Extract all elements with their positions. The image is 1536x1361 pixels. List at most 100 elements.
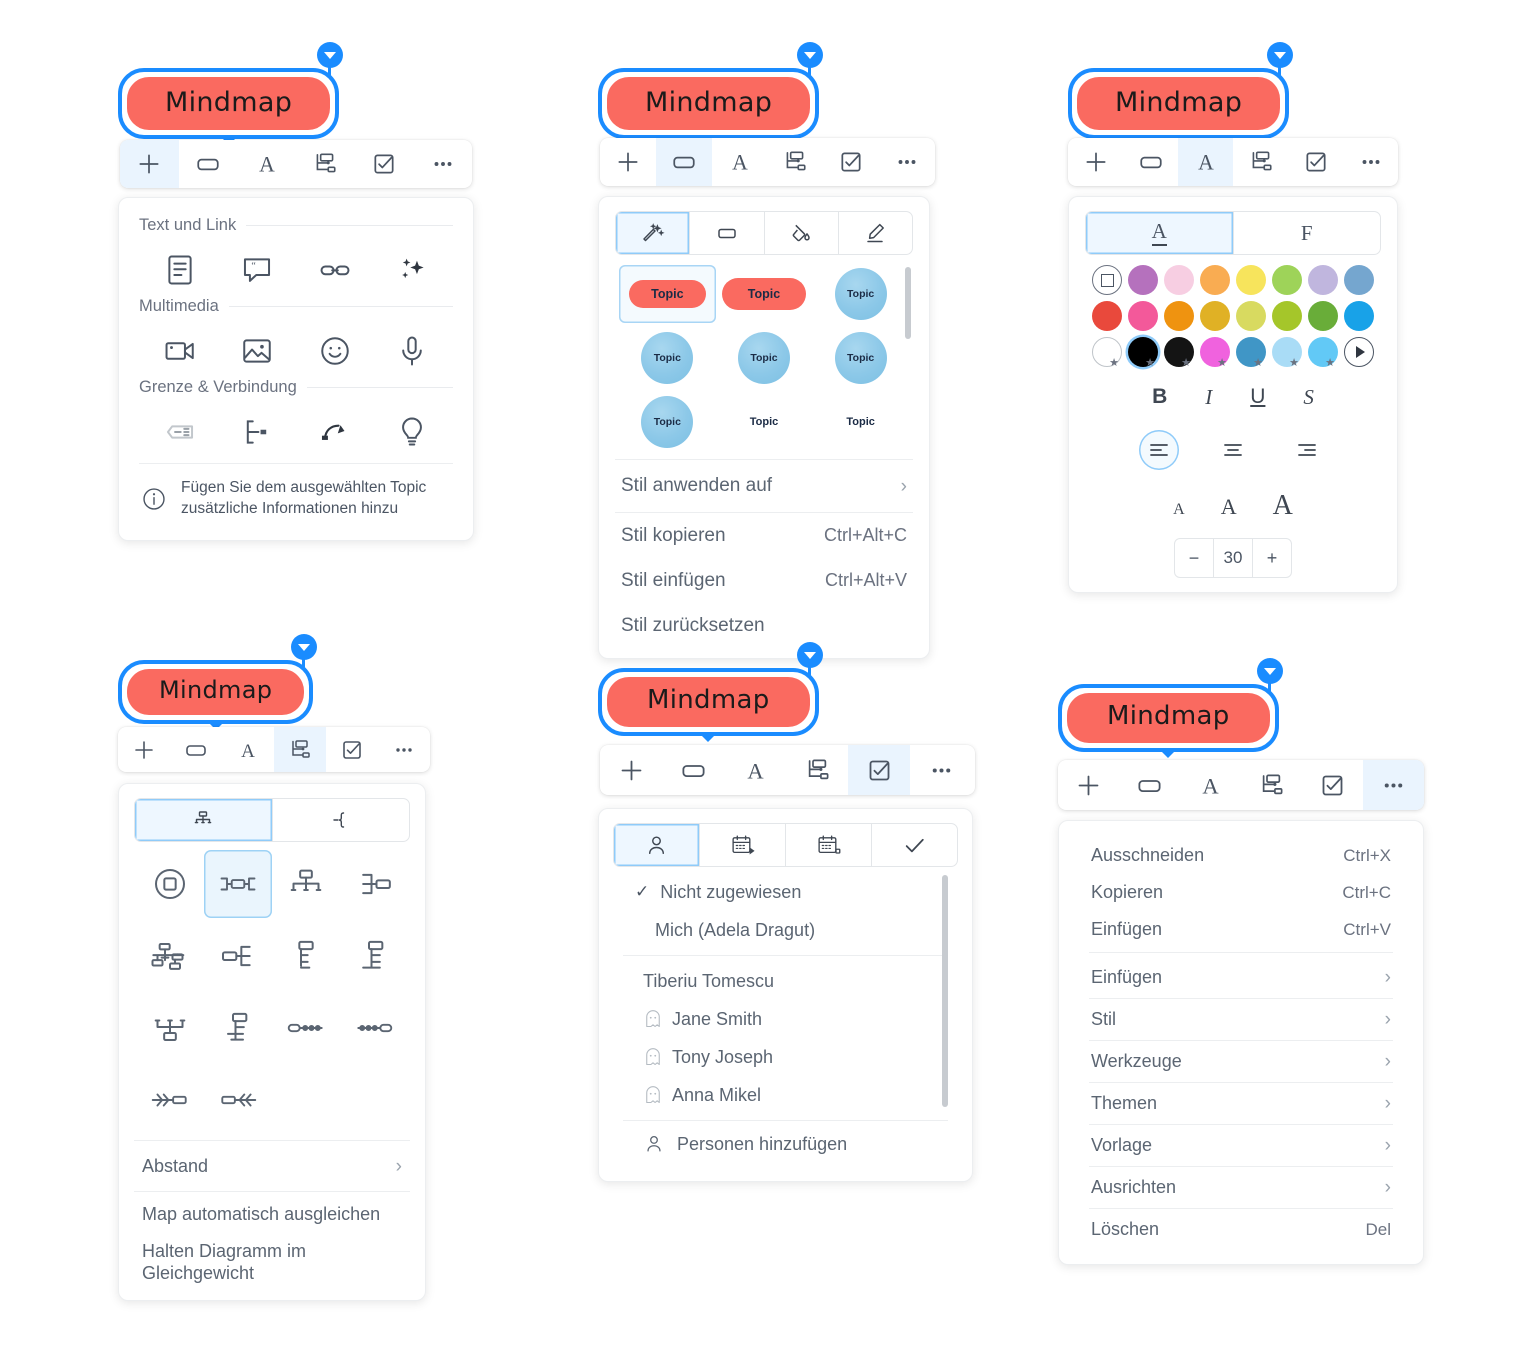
- toolbar-task-button[interactable]: [326, 727, 378, 772]
- layout-balanced-map-icon[interactable]: [204, 850, 272, 918]
- toolbar-text-button[interactable]: A: [712, 138, 768, 186]
- menu-item-ausschneiden[interactable]: Ausschneiden Ctrl+X: [1059, 837, 1423, 874]
- assignee-item[interactable]: Tiberiu Tomescu: [613, 962, 958, 1000]
- layout-tabs[interactable]: [134, 798, 410, 842]
- toolbar-shape-button[interactable]: [655, 138, 712, 186]
- assignee-item[interactable]: Tony Joseph: [613, 1038, 958, 1076]
- tab-magic-style-icon[interactable]: [616, 212, 691, 254]
- assignee-item-me[interactable]: Mich (Adela Dragut): [613, 911, 958, 949]
- emoji-icon[interactable]: [298, 334, 372, 368]
- swatch-color[interactable]: ★: [1197, 337, 1233, 369]
- tab-font-family[interactable]: F: [1234, 212, 1381, 254]
- assignee-item-unassigned[interactable]: ✓ Nicht zugewiesen: [613, 873, 958, 911]
- node-selection-frame[interactable]: Mindmap: [118, 68, 340, 146]
- mindmap-node-1[interactable]: Mindmap: [118, 42, 344, 146]
- node-collapse-handle-icon[interactable]: [1267, 42, 1294, 68]
- toolbar-task-button[interactable]: [823, 138, 879, 186]
- tab-structure-tree-icon[interactable]: [135, 799, 273, 841]
- swatch-color[interactable]: [1233, 301, 1269, 331]
- mindmap-node-5[interactable]: Mindmap: [598, 642, 823, 742]
- layout-fishbone-right-icon[interactable]: [136, 1066, 204, 1134]
- menu-item-map-automatisch-ausgleichen[interactable]: Map automatisch ausgleichen: [134, 1192, 410, 1236]
- node-toolbar-5[interactable]: A: [600, 745, 975, 795]
- mindmap-node-4[interactable]: Mindmap: [118, 634, 318, 730]
- toolbar-text-button[interactable]: A: [1178, 138, 1233, 186]
- menu-item-stil-einfuegen[interactable]: Stil einfügen Ctrl+Alt+V: [615, 558, 913, 603]
- toolbar-layout-button[interactable]: [1233, 138, 1288, 186]
- toolbar-task-button[interactable]: [1288, 138, 1343, 186]
- toolbar-more-button[interactable]: [1343, 138, 1398, 186]
- node-toolbar-1[interactable]: A: [120, 140, 472, 188]
- toolbar-add-button[interactable]: [120, 140, 179, 188]
- font-size-value[interactable]: 30: [1213, 539, 1253, 577]
- layout-fishbone-left-icon[interactable]: [204, 1066, 272, 1134]
- menu-item-themen[interactable]: Themen ›: [1059, 1083, 1423, 1124]
- assignee-item[interactable]: Anna Mikel: [613, 1076, 958, 1114]
- mindmap-node-2[interactable]: Mindmap: [598, 42, 824, 146]
- toolbar-more-button[interactable]: [413, 140, 472, 188]
- toolbar-text-button[interactable]: A: [222, 727, 274, 772]
- style-grid-scrollbar[interactable]: [905, 267, 911, 442]
- layout-none-icon[interactable]: [136, 850, 204, 918]
- menu-item-stil-zuruecksetzen[interactable]: Stil zurücksetzen: [615, 603, 913, 648]
- menu-item-kopieren[interactable]: Kopieren Ctrl+C: [1059, 874, 1423, 911]
- toolbar-layout-button[interactable]: [274, 727, 326, 772]
- swatch-color[interactable]: [1269, 301, 1305, 331]
- menu-item-loeschen[interactable]: Löschen Del: [1059, 1209, 1423, 1250]
- swatch-color[interactable]: ★: [1089, 337, 1125, 369]
- menu-item-stil-anwenden-auf[interactable]: Stil anwenden auf ›: [615, 460, 913, 512]
- video-icon[interactable]: [143, 334, 217, 368]
- toolbar-shape-button[interactable]: [662, 745, 724, 795]
- node-selection-frame[interactable]: Mindmap: [1068, 68, 1290, 146]
- add-people-button[interactable]: Personen hinzufügen: [613, 1121, 958, 1167]
- comment-icon[interactable]: “: [220, 253, 294, 287]
- task-tabs[interactable]: [613, 823, 958, 867]
- boundary-icon[interactable]: [220, 415, 294, 449]
- swatch-color[interactable]: [1161, 265, 1197, 295]
- sparkle-ai-icon[interactable]: [375, 253, 449, 287]
- align-center-icon[interactable]: [1213, 430, 1253, 470]
- mindmap-node-3[interactable]: Mindmap: [1068, 42, 1294, 146]
- menu-item-werkzeuge[interactable]: Werkzeuge ›: [1059, 1041, 1423, 1082]
- more-colors-button[interactable]: [1341, 337, 1377, 367]
- node-collapse-handle-icon[interactable]: [796, 642, 823, 668]
- toolbar-layout-button[interactable]: [767, 138, 823, 186]
- italic-button[interactable]: I: [1205, 385, 1212, 410]
- toolbar-shape-button[interactable]: [179, 140, 238, 188]
- assignee-item[interactable]: Jane Smith: [613, 1000, 958, 1038]
- style-swatch[interactable]: Topic: [619, 265, 716, 323]
- layout-tree-right-icon[interactable]: [272, 922, 340, 990]
- text-tabs[interactable]: A F: [1085, 211, 1381, 255]
- layout-logic-right-icon[interactable]: [340, 850, 408, 918]
- image-icon[interactable]: [220, 334, 294, 368]
- font-size-large-button[interactable]: A: [1273, 490, 1293, 522]
- tab-fill-bucket-icon[interactable]: [765, 212, 839, 254]
- style-tabs[interactable]: [615, 211, 913, 255]
- microphone-icon[interactable]: [375, 334, 449, 368]
- toolbar-task-button[interactable]: [848, 745, 910, 795]
- swatch-color[interactable]: [1197, 301, 1233, 331]
- toolbar-task-button[interactable]: [355, 140, 414, 188]
- toolbar-more-button[interactable]: [879, 138, 935, 186]
- layout-timeline-left-icon[interactable]: [340, 994, 408, 1062]
- tab-font-color[interactable]: A: [1086, 212, 1234, 254]
- tab-shape-icon[interactable]: [690, 212, 765, 254]
- font-size-small-button[interactable]: A: [1173, 501, 1185, 519]
- swatch-no-fill[interactable]: [1089, 265, 1125, 295]
- relationship-icon[interactable]: [298, 415, 372, 449]
- style-swatch[interactable]: Topic: [716, 329, 813, 387]
- toolbar-text-button[interactable]: A: [1180, 760, 1241, 810]
- font-size-stepper[interactable]: − 30 +: [1174, 538, 1292, 578]
- node-collapse-handle-icon[interactable]: [291, 634, 318, 660]
- tab-end-date-icon[interactable]: [786, 824, 872, 866]
- link-icon[interactable]: [298, 253, 372, 287]
- style-swatch[interactable]: Topic: [812, 265, 909, 323]
- tab-start-date-icon[interactable]: [700, 824, 786, 866]
- toolbar-add-button[interactable]: [600, 138, 656, 186]
- node-collapse-handle-icon[interactable]: [1256, 658, 1283, 684]
- menu-item-stil[interactable]: Stil ›: [1059, 999, 1423, 1040]
- layout-tree-mixed-icon[interactable]: [204, 994, 272, 1062]
- toolbar-shape-button[interactable]: [170, 727, 222, 772]
- swatch-color[interactable]: [1305, 301, 1341, 331]
- swatch-color[interactable]: ★: [1161, 337, 1197, 369]
